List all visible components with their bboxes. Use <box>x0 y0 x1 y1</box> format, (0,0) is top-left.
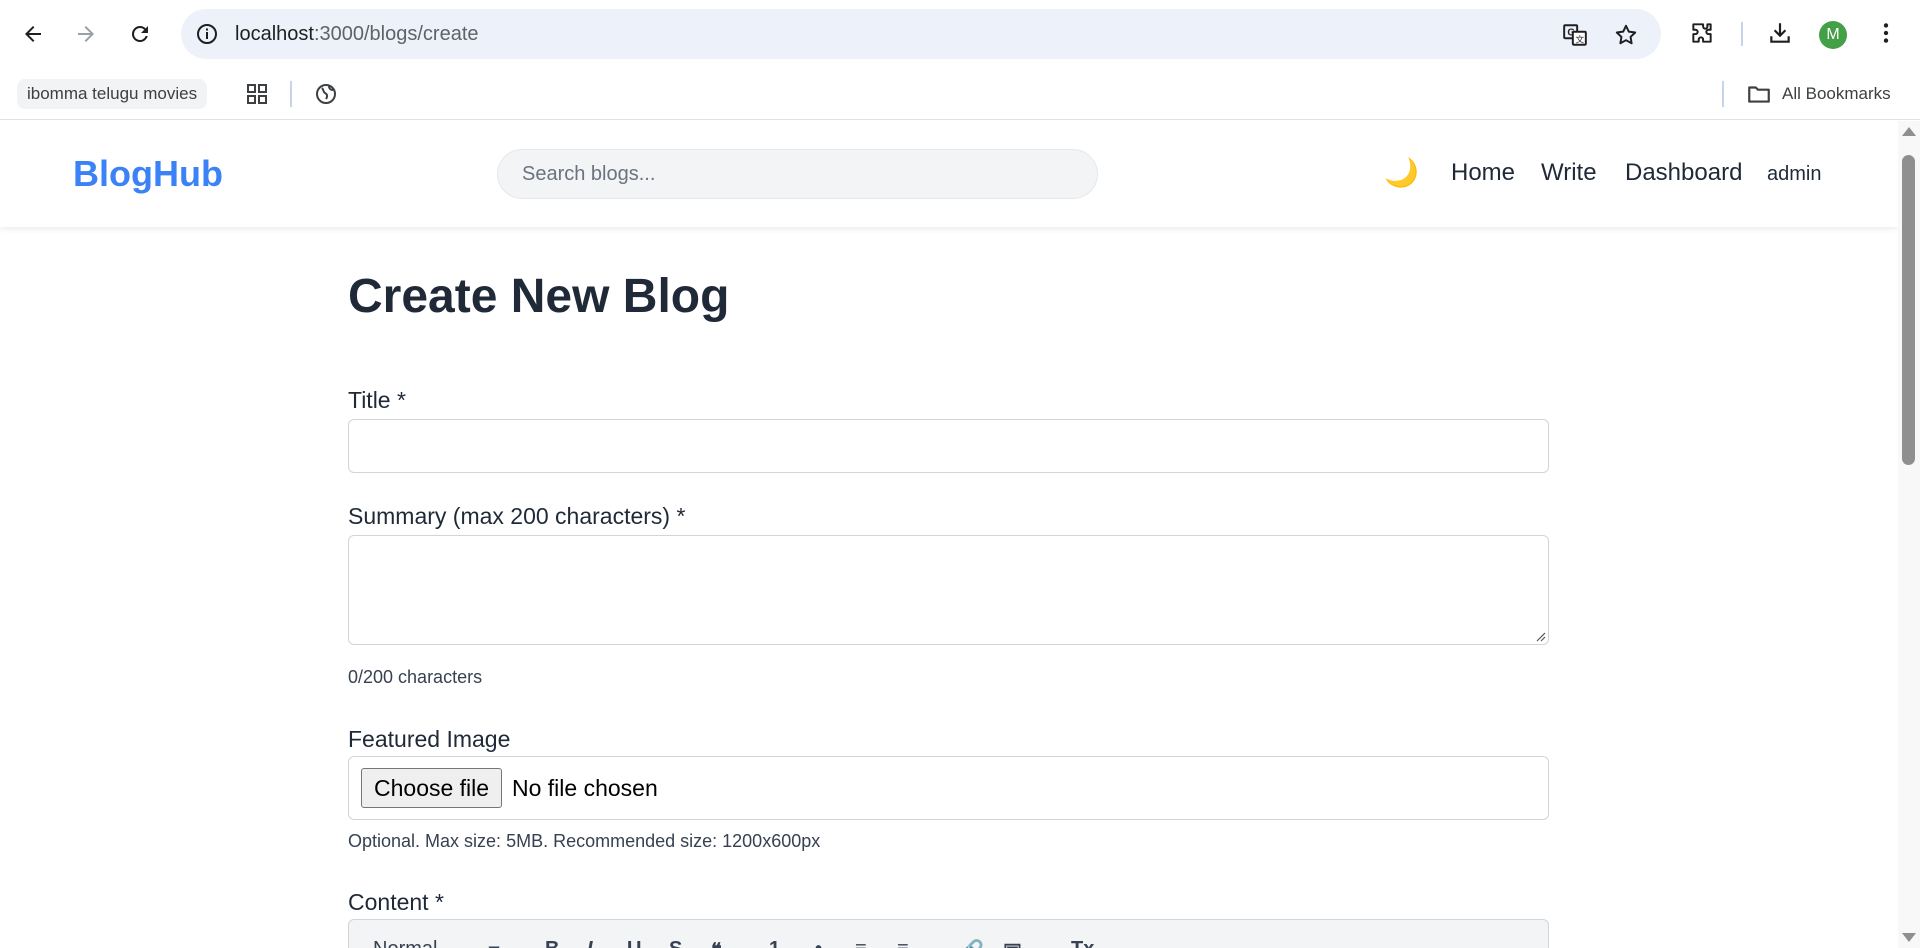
bullet-list-icon[interactable]: • <box>815 938 822 948</box>
nav-dashboard-link[interactable]: Dashboard <box>1625 159 1742 187</box>
bookmarks-bar: ibomma telugu movies All Bookmarks <box>0 68 1920 120</box>
file-status-text: No file chosen <box>512 775 658 801</box>
toolbar-divider <box>1741 22 1743 46</box>
heading-format-select[interactable]: Normal <box>373 938 437 948</box>
profile-avatar[interactable]: M <box>1819 21 1847 49</box>
quote-icon[interactable]: ❝ <box>711 938 722 948</box>
all-bookmarks-button[interactable]: All Bookmarks <box>1746 80 1891 108</box>
url-path: :3000/blogs/create <box>313 23 479 45</box>
summary-label: Summary (max 200 characters) * <box>348 503 686 529</box>
translate-icon[interactable]: G文 <box>1562 22 1588 48</box>
ordered-list-icon[interactable]: 1. <box>769 938 786 948</box>
theme-toggle-moon-icon[interactable]: 🌙 <box>1384 159 1419 187</box>
summary-textarea[interactable] <box>348 535 1549 645</box>
svg-text:文: 文 <box>1576 34 1585 45</box>
address-bar[interactable]: localhost:3000/blogs/create G文 <box>181 9 1661 59</box>
arrow-right-icon <box>78 26 94 42</box>
back-button[interactable] <box>13 14 53 54</box>
browser-toolbar: localhost:3000/blogs/create G文 M <box>0 0 1920 68</box>
strike-button[interactable]: S <box>669 938 682 948</box>
bookmark-divider <box>290 81 292 107</box>
page-title: Create New Blog <box>348 270 730 323</box>
puzzle-icon <box>1692 23 1712 43</box>
scroll-thumb[interactable] <box>1902 155 1915 465</box>
apps-grid-button[interactable] <box>243 80 271 108</box>
bold-button[interactable]: B <box>545 938 559 948</box>
scroll-down-arrow-icon[interactable] <box>1902 933 1916 942</box>
bookmark-globe[interactable] <box>312 80 340 108</box>
indent-icon[interactable]: ≡ <box>855 938 867 948</box>
scroll-up-arrow-icon[interactable] <box>1902 127 1916 136</box>
featured-image-hint: Optional. Max size: 5MB. Recommended siz… <box>348 831 821 851</box>
bookmark-ibomma[interactable]: ibomma telugu movies <box>17 79 208 109</box>
download-icon <box>1770 23 1790 43</box>
italic-button[interactable]: I <box>587 938 593 948</box>
choose-file-button[interactable]: Choose file <box>361 768 503 808</box>
reload-button[interactable] <box>120 14 160 54</box>
site-logo[interactable]: BlogHub <box>73 153 223 195</box>
image-icon[interactable]: ▣ <box>1003 938 1022 948</box>
url-host: localhost <box>235 23 314 45</box>
user-menu[interactable]: admin <box>1767 163 1821 186</box>
blog-search-input[interactable] <box>497 149 1098 199</box>
folder-icon <box>1748 86 1770 103</box>
bookmark-divider-right <box>1722 81 1724 107</box>
apps-grid-icon <box>247 84 267 104</box>
content-editor-toolbar: Normal ▾ B I U S ❝ 1. • ≡ ≡ 🔗 ▣ Tx <box>348 919 1549 948</box>
outdent-icon[interactable]: ≡ <box>897 938 909 948</box>
chevron-down-icon[interactable]: ▾ <box>489 938 499 948</box>
downloads-button[interactable] <box>1764 17 1796 49</box>
page-viewport: BlogHub 🌙 Home Write Dashboard admin Cre… <box>0 121 1920 948</box>
title-input[interactable] <box>348 419 1549 473</box>
kebab-menu-icon <box>1883 23 1889 43</box>
resize-grip-icon[interactable] <box>1534 630 1546 642</box>
page-scrollbar[interactable] <box>1898 121 1920 948</box>
arrow-left-icon <box>25 26 41 42</box>
all-bookmarks-label: All Bookmarks <box>1782 84 1891 103</box>
underline-button[interactable]: U <box>627 938 641 948</box>
summary-char-counter: 0/200 characters <box>348 667 483 687</box>
forward-button[interactable] <box>66 14 106 54</box>
star-icon[interactable] <box>1613 22 1639 48</box>
url-text[interactable]: localhost:3000/blogs/create <box>235 23 479 46</box>
browser-menu-button[interactable] <box>1870 17 1902 49</box>
title-label: Title * <box>348 387 406 413</box>
reload-icon <box>131 25 148 42</box>
featured-image-label: Featured Image <box>348 726 511 752</box>
nav-home-link[interactable]: Home <box>1451 159 1515 187</box>
globe-icon <box>316 84 336 104</box>
site-info-icon[interactable] <box>195 22 219 46</box>
extensions-button[interactable] <box>1686 17 1718 49</box>
featured-image-file-input: Choose file No file chosen <box>348 756 1549 820</box>
site-header: BlogHub 🌙 Home Write Dashboard admin <box>0 121 1898 227</box>
clear-format-icon[interactable]: Tx <box>1071 938 1094 948</box>
nav-write-link[interactable]: Write <box>1541 159 1597 187</box>
content-label: Content * <box>348 889 444 915</box>
link-icon[interactable]: 🔗 <box>959 938 984 948</box>
